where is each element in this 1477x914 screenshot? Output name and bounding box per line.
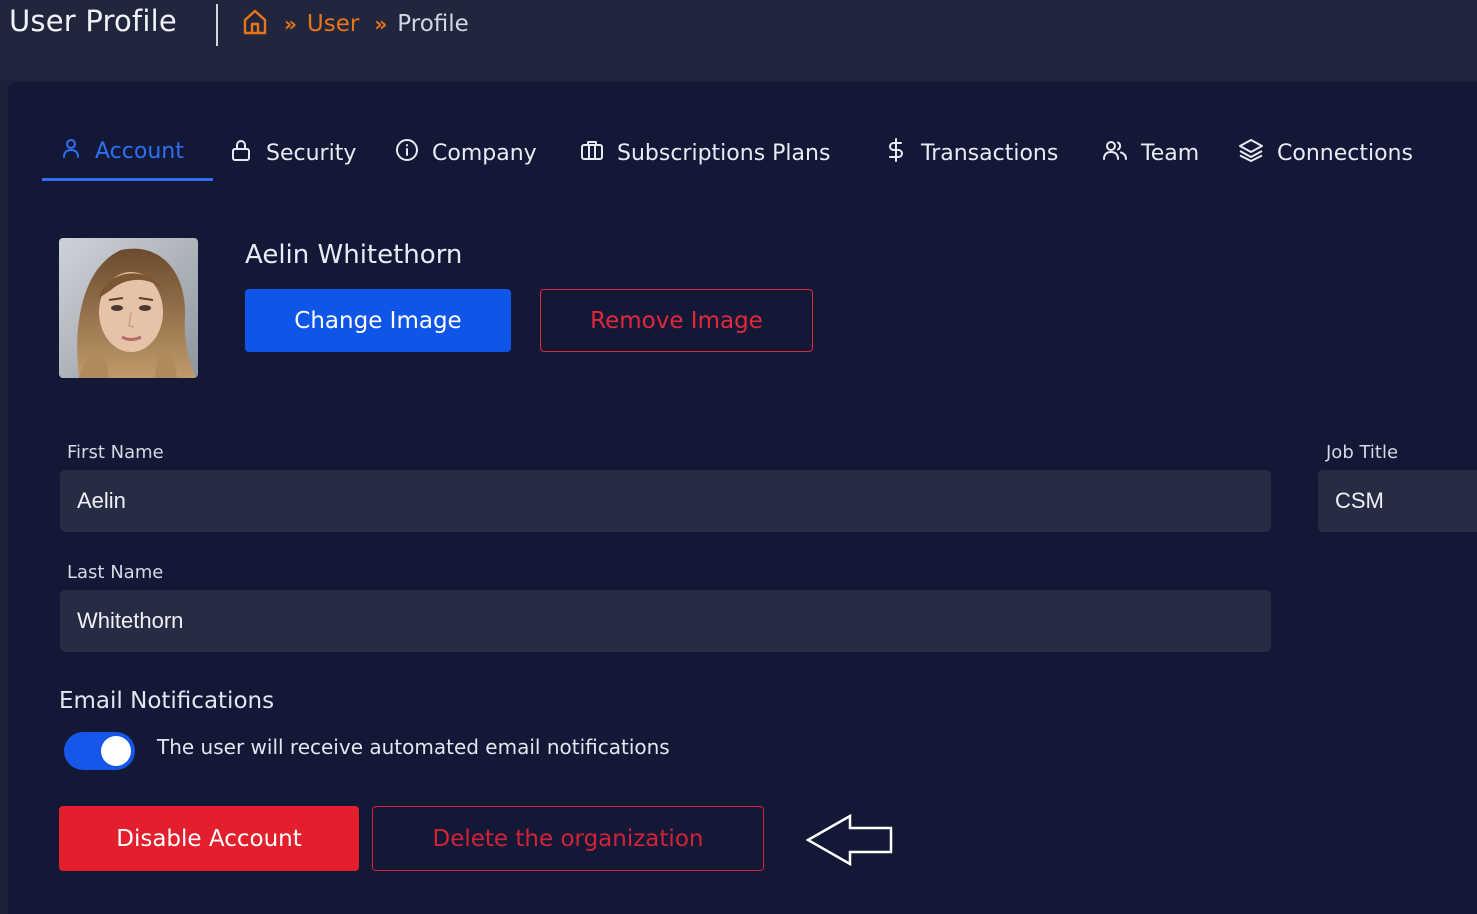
home-icon[interactable] bbox=[241, 8, 269, 40]
tab-account[interactable]: Account bbox=[60, 122, 184, 180]
user-icon bbox=[60, 137, 95, 165]
info-circle-icon bbox=[395, 138, 432, 168]
last-name-label: Last Name bbox=[67, 562, 164, 583]
tab-label: Company bbox=[432, 140, 537, 166]
user-name: Aelin Whitethorn bbox=[245, 240, 463, 270]
dollar-icon bbox=[884, 138, 921, 168]
breadcrumb-current: Profile bbox=[397, 11, 469, 37]
tab-company[interactable]: Company bbox=[395, 124, 537, 182]
email-notifications-description: The user will receive automated email no… bbox=[157, 735, 670, 759]
briefcase-icon bbox=[580, 138, 617, 168]
tab-label: Account bbox=[95, 138, 184, 164]
change-image-button[interactable]: Change Image bbox=[245, 289, 511, 352]
tab-transactions[interactable]: Transactions bbox=[884, 124, 1058, 182]
page-header: User Profile » User » Profile bbox=[0, 0, 1477, 80]
first-name-label: First Name bbox=[67, 442, 164, 463]
email-notifications-heading: Email Notifications bbox=[59, 688, 275, 714]
job-title-field[interactable]: CSM bbox=[1318, 470, 1477, 532]
layers-icon bbox=[1238, 138, 1277, 168]
page-title: User Profile bbox=[9, 4, 177, 38]
tab-connections[interactable]: Connections bbox=[1238, 124, 1413, 182]
tab-label: Transactions bbox=[921, 140, 1059, 166]
delete-organization-button[interactable]: Delete the organization bbox=[372, 806, 764, 871]
breadcrumb-separator: » bbox=[374, 12, 387, 36]
tab-label: Security bbox=[266, 140, 357, 166]
remove-image-button[interactable]: Remove Image bbox=[540, 289, 813, 352]
email-notifications-toggle[interactable] bbox=[64, 732, 135, 770]
header-divider bbox=[216, 4, 218, 46]
first-name-field[interactable]: Aelin bbox=[60, 470, 1271, 532]
avatar bbox=[59, 238, 198, 378]
breadcrumb: » User » Profile bbox=[241, 6, 469, 42]
arrow-left-icon bbox=[806, 814, 893, 866]
tab-team[interactable]: Team bbox=[1102, 124, 1199, 182]
tab-security[interactable]: Security bbox=[229, 124, 356, 182]
breadcrumb-separator: » bbox=[284, 12, 297, 36]
last-name-field[interactable]: Whitethorn bbox=[60, 590, 1271, 652]
breadcrumb-user-link[interactable]: User bbox=[307, 11, 359, 37]
tab-label: Subscriptions Plans bbox=[617, 140, 831, 166]
tab-subscriptions-plans[interactable]: Subscriptions Plans bbox=[580, 124, 830, 182]
active-tab-indicator bbox=[42, 178, 213, 181]
users-icon bbox=[1102, 138, 1141, 168]
tab-label: Team bbox=[1141, 140, 1200, 166]
disable-account-button[interactable]: Disable Account bbox=[59, 806, 359, 871]
tab-label: Connections bbox=[1277, 140, 1413, 166]
lock-icon bbox=[229, 138, 266, 168]
job-title-label: Job Title bbox=[1326, 442, 1399, 463]
toggle-knob bbox=[101, 736, 131, 766]
